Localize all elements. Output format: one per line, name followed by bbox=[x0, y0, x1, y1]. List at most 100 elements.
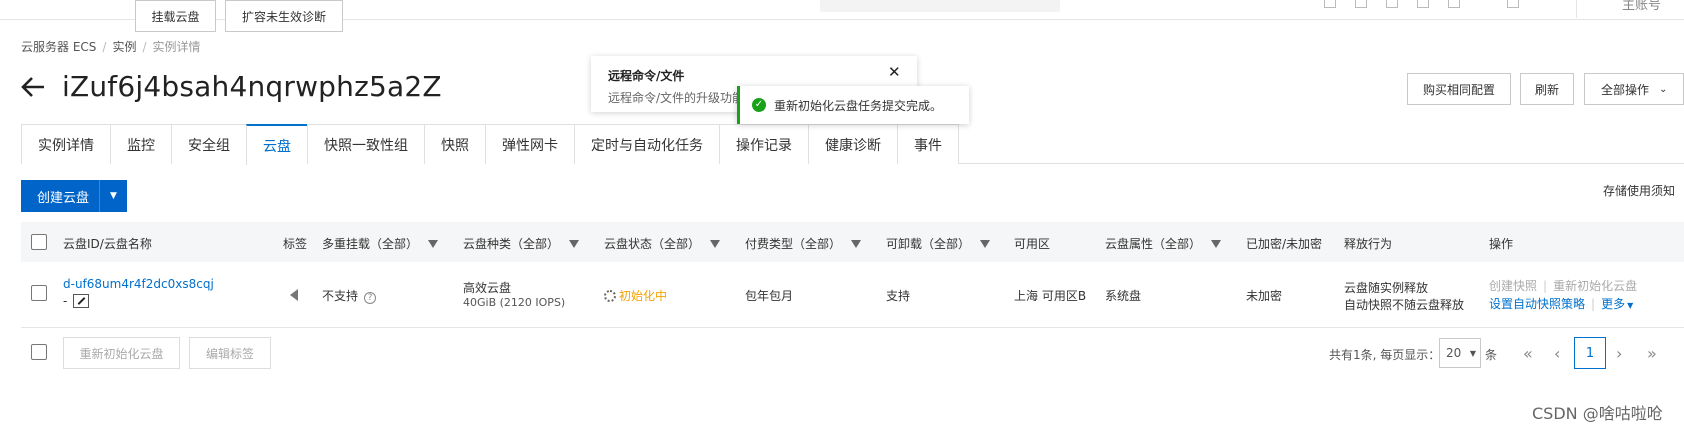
footer-select-all-checkbox[interactable] bbox=[31, 344, 47, 360]
table-header: 云盘ID/云盘名称 标签 多重挂载（全部） 云盘种类（全部） 云盘状态（全部） … bbox=[21, 222, 1684, 262]
tab-eni[interactable]: 弹性网卡 bbox=[485, 124, 574, 164]
total-count-text: 共有1条, 每页显示： bbox=[1329, 348, 1441, 362]
check-circle-icon: ✓ bbox=[752, 98, 766, 112]
expand-diagnose-button[interactable]: 扩容未生效诊断 bbox=[225, 0, 343, 32]
tab-disks[interactable]: 云盘 bbox=[246, 124, 307, 165]
account-label[interactable]: 主账号 bbox=[1622, 0, 1661, 13]
tab-events[interactable]: 事件 bbox=[897, 124, 959, 164]
col-status: 云盘状态（全部） bbox=[604, 235, 721, 252]
refresh-button[interactable]: 刷新 bbox=[1520, 73, 1574, 105]
settings-icon[interactable] bbox=[1448, 0, 1460, 8]
next-page-icon[interactable]: › bbox=[1616, 344, 1622, 363]
popover-body: 远程命令/文件的升级功能 bbox=[608, 91, 745, 105]
loading-spinner-icon bbox=[604, 290, 616, 302]
help-icon[interactable] bbox=[1507, 0, 1519, 8]
release-behavior-1: 云盘随实例释放 bbox=[1344, 281, 1429, 295]
disk-type-value: 高效云盘 bbox=[463, 281, 512, 295]
watermark: CSDN @啥咕啦呛 bbox=[1532, 404, 1663, 423]
filter-icon[interactable] bbox=[980, 239, 991, 248]
ticket-icon[interactable] bbox=[1417, 0, 1429, 8]
col-status-label: 云盘状态（全部） bbox=[604, 237, 701, 251]
help-icon[interactable]: ? bbox=[364, 292, 377, 304]
breadcrumb-instances[interactable]: 实例 bbox=[112, 38, 136, 55]
breadcrumb-instance-detail: 实例详情 bbox=[152, 40, 201, 54]
multi-attach-value: 不支持 bbox=[322, 289, 359, 303]
more-label: 更多 bbox=[1601, 297, 1626, 311]
notification-icon[interactable] bbox=[1386, 0, 1398, 8]
col-zone: 可用区 bbox=[1014, 237, 1051, 251]
col-multi-attach: 多重挂载（全部） bbox=[322, 235, 439, 252]
success-toast: ✓ 重新初始化云盘任务提交完成。 bbox=[737, 86, 969, 124]
close-icon[interactable]: ✕ bbox=[888, 63, 901, 81]
disk-size-value: 40GiB (2120 IOPS) bbox=[463, 296, 566, 309]
reinit-disk-button[interactable]: 重新初始化云盘 bbox=[63, 337, 180, 369]
detachable-value: 支持 bbox=[886, 289, 911, 303]
reinit-disk-link[interactable]: 重新初始化云盘 bbox=[1553, 279, 1637, 293]
op-row-1: 创建快照 | 重新初始化云盘 bbox=[1489, 279, 1638, 293]
all-actions-label: 全部操作 bbox=[1601, 82, 1650, 97]
multi-attach-cell: 不支持? bbox=[322, 287, 377, 304]
caret-down-icon: ▼ bbox=[1469, 349, 1476, 358]
edit-name-icon[interactable] bbox=[73, 294, 90, 308]
col-release: 释放行为 bbox=[1344, 237, 1393, 251]
tab-monitoring[interactable]: 监控 bbox=[110, 124, 171, 164]
caret-down-icon[interactable]: ▼ bbox=[99, 180, 127, 212]
last-page-icon[interactable]: » bbox=[1647, 344, 1657, 363]
storage-notice-link[interactable]: 存储使用须知 bbox=[1603, 182, 1675, 199]
message-icon[interactable] bbox=[1355, 0, 1367, 8]
breadcrumb-ecs[interactable]: 云服务器 ECS bbox=[21, 38, 96, 55]
page-number-current[interactable]: 1 bbox=[1574, 337, 1606, 369]
page-size-suffix: 条 bbox=[1485, 348, 1498, 362]
col-disk-type-label: 云盘种类（全部） bbox=[463, 237, 560, 251]
disk-name: - bbox=[63, 294, 90, 308]
tab-snapshot-consistency-group[interactable]: 快照一致性组 bbox=[307, 124, 424, 164]
more-dropdown[interactable]: 更多 ▼ bbox=[1601, 297, 1633, 311]
all-actions-dropdown[interactable]: 全部操作 ⌄ bbox=[1584, 73, 1684, 105]
tab-operation-log[interactable]: 操作记录 bbox=[719, 124, 808, 164]
attribute-value: 系统盘 bbox=[1105, 289, 1142, 303]
disk-id-link[interactable]: d-uf68um4r4f2dc0xs8cqj bbox=[63, 277, 214, 291]
filter-icon[interactable] bbox=[569, 239, 580, 248]
auto-snapshot-policy-link[interactable]: 设置自动快照策略 bbox=[1489, 297, 1585, 311]
filter-icon[interactable] bbox=[428, 239, 439, 248]
col-encryption: 已加密/未加密 bbox=[1246, 237, 1323, 251]
search-box[interactable] bbox=[820, 0, 1060, 12]
cart-icon[interactable] bbox=[1324, 0, 1336, 8]
tab-scheduled-tasks[interactable]: 定时与自动化任务 bbox=[574, 124, 719, 164]
create-disk-button[interactable]: 创建云盘 ▼ bbox=[21, 180, 127, 212]
page-title: iZuf6j4bsah4nqrwphz5a2Z bbox=[62, 70, 442, 103]
page-size-select[interactable]: 20 ▼ bbox=[1439, 338, 1481, 368]
first-page-icon[interactable]: « bbox=[1523, 344, 1533, 363]
op-row-2: 设置自动快照策略 | 更多 ▼ bbox=[1489, 297, 1634, 311]
status-cell: 初始化中 bbox=[604, 287, 667, 304]
billing-value: 包年包月 bbox=[745, 289, 794, 303]
tab-instance-detail[interactable]: 实例详情 bbox=[21, 124, 110, 164]
col-detachable: 可卸载（全部） bbox=[886, 235, 991, 252]
filter-icon[interactable] bbox=[1211, 239, 1222, 248]
prev-page-icon[interactable]: ‹ bbox=[1554, 344, 1560, 363]
zone-value: 上海 可用区B bbox=[1014, 289, 1087, 303]
filter-icon[interactable] bbox=[710, 239, 721, 248]
tab-health-diagnosis[interactable]: 健康诊断 bbox=[808, 124, 897, 164]
tab-bar: 实例详情 监控 安全组 云盘 快照一致性组 快照 弹性网卡 定时与自动化任务 操… bbox=[21, 124, 1684, 165]
toast-message: 重新初始化云盘任务提交完成。 bbox=[774, 98, 943, 113]
buy-same-config-button[interactable]: 购买相同配置 bbox=[1407, 73, 1511, 105]
select-all-checkbox[interactable] bbox=[31, 234, 47, 250]
col-tag: 标签 bbox=[283, 237, 308, 251]
disk-name-value: - bbox=[63, 294, 68, 308]
tab-security-group[interactable]: 安全组 bbox=[171, 124, 246, 164]
col-attribute: 云盘属性（全部） bbox=[1105, 235, 1222, 252]
breadcrumb: 云服务器 ECS / 实例 / 实例详情 bbox=[21, 38, 201, 55]
filter-icon[interactable] bbox=[851, 239, 862, 248]
edit-tags-button[interactable]: 编辑标签 bbox=[189, 337, 271, 369]
table-row: d-uf68um4r4f2dc0xs8cqj - 不支持? 高效云盘 40GiB… bbox=[21, 262, 1684, 328]
row-checkbox[interactable] bbox=[31, 285, 47, 301]
col-ops: 操作 bbox=[1489, 237, 1514, 251]
attach-disk-button[interactable]: 挂载云盘 bbox=[135, 0, 216, 32]
col-detachable-label: 可卸载（全部） bbox=[886, 237, 971, 251]
create-snapshot-link[interactable]: 创建快照 bbox=[1489, 279, 1537, 293]
tab-snapshots[interactable]: 快照 bbox=[424, 124, 485, 164]
back-arrow-icon[interactable] bbox=[20, 74, 46, 100]
create-disk-label: 创建云盘 bbox=[37, 190, 90, 206]
tag-icon[interactable] bbox=[290, 289, 298, 301]
